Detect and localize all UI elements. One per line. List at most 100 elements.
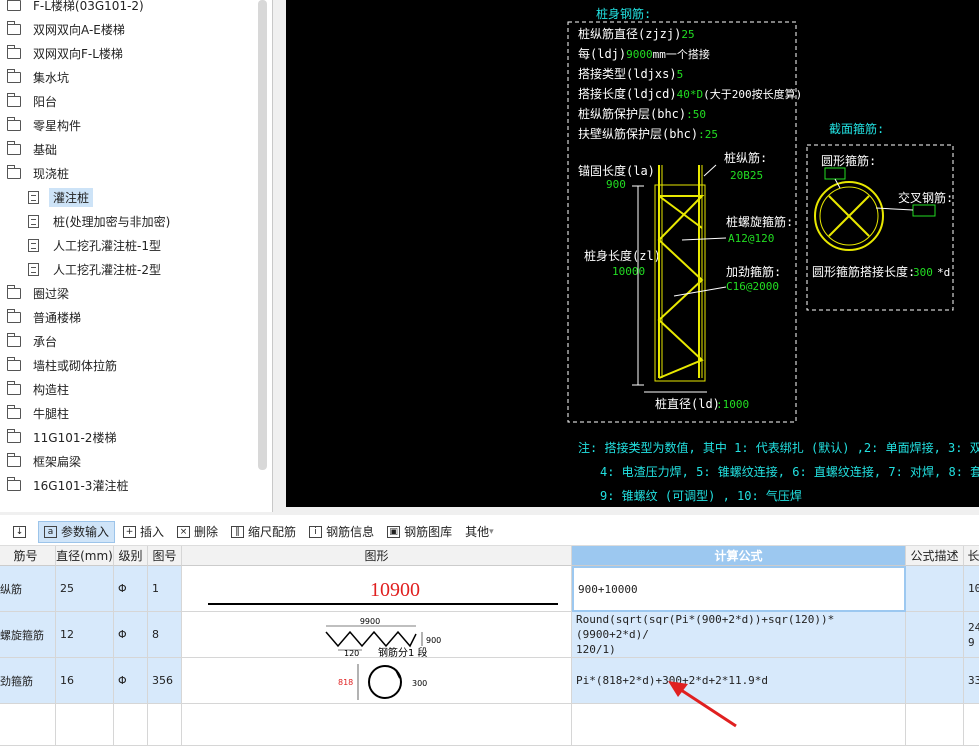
cell-length[interactable]: 24 9	[964, 612, 979, 658]
tree-item[interactable]: F-L楼梯(03G101-2)	[7, 0, 148, 16]
toolbar-button[interactable]: ‖ 缩尺配筋	[226, 521, 301, 543]
document-icon	[28, 262, 39, 276]
column-header[interactable]: 图形	[182, 546, 572, 566]
column-header[interactable]: 计算公式	[572, 546, 906, 566]
tree-item[interactable]: 集水坑	[7, 66, 73, 88]
empty-cell[interactable]	[182, 704, 572, 746]
tree-item[interactable]: 基础	[7, 138, 61, 160]
param-line: 扶壁纵筋保护层(bhc):25	[578, 126, 718, 141]
empty-cell[interactable]	[56, 704, 114, 746]
cell-formula[interactable]: Pi*(818+2*d)+300+2*d+2*11.9*d	[572, 658, 906, 704]
cell-name[interactable]: 纵筋	[0, 566, 56, 612]
shape-value: 10900	[370, 579, 420, 601]
cross-label: 交叉钢筋:	[898, 190, 953, 205]
chevron-down-icon: ▾	[489, 526, 494, 537]
tree-item[interactable]: 双网双向A-E楼梯	[7, 18, 129, 40]
cell-diameter[interactable]: 16	[56, 658, 114, 704]
dia-value: :1000	[716, 398, 749, 411]
cell-figure-no[interactable]: 356	[148, 658, 182, 704]
tree-item[interactable]: 人工挖孔灌注桩-1型	[28, 234, 165, 256]
tree-item-label: 人工挖孔灌注桩-1型	[53, 238, 161, 253]
cell-grade[interactable]: Φ	[114, 658, 148, 704]
param-line: 每(ldj)9000mm一个搭接	[578, 46, 710, 61]
tree-item-label: 构造柱	[33, 382, 70, 397]
shape-sketch: 9900 900 120 钢筋分1 段	[325, 617, 441, 658]
toolbar-button[interactable]: × 删除	[172, 521, 223, 543]
empty-cell[interactable]	[906, 704, 964, 746]
tree-item-label: 基础	[33, 142, 58, 157]
cell-length[interactable]: 33	[964, 658, 979, 704]
shape-note: 钢筋分1 段	[378, 646, 428, 658]
cell-description[interactable]	[906, 612, 964, 658]
tree-item[interactable]: 普通楼梯	[7, 306, 85, 328]
section-title: 桩身钢筋:	[596, 6, 651, 21]
toolbar-button[interactable]: + 插入	[118, 521, 169, 543]
tree-item[interactable]: 现浇桩	[7, 162, 73, 184]
cell-name[interactable]: 劲箍筋	[0, 658, 56, 704]
lap-suffix: *d	[937, 266, 950, 279]
rebar-toolbar: ↓ a 参数输入 + 插入 × 删除 ‖ 缩尺配筋 i 钢筋信息 ▣ 钢筋图库 其他 ▾	[0, 518, 979, 546]
cell-shape[interactable]: 818 300	[182, 658, 572, 704]
cell-length[interactable]: 10	[964, 566, 979, 612]
cell-formula[interactable]: Round(sqrt(sqr(Pi*(900+2*d))+sqr(120))*(…	[572, 612, 906, 658]
tree-item[interactable]: 承台	[7, 330, 61, 352]
folder-icon	[7, 332, 21, 347]
rebar-table: 筋号 直径(mm) 级别 图号 图形 计算公式 公式描述长纵筋 25 Φ 1 10900 900+10…	[0, 546, 979, 746]
info-icon: i	[309, 525, 323, 538]
column-header[interactable]: 图号	[148, 546, 182, 566]
tree-item[interactable]: 桩(处理加密与非加密)	[28, 210, 174, 232]
tree-item[interactable]: 构造柱	[7, 378, 73, 400]
empty-cell[interactable]	[0, 704, 56, 746]
cell-shape[interactable]: 9900 900 120 钢筋分1 段	[182, 612, 572, 658]
cell-description[interactable]	[906, 566, 964, 612]
insert-icon: +	[123, 525, 137, 538]
tree-item[interactable]: 阳台	[7, 90, 61, 112]
pile-body	[654, 165, 706, 382]
cell-grade[interactable]: Φ	[114, 612, 148, 658]
cell-figure-no[interactable]: 1	[148, 566, 182, 612]
tree-item[interactable]: 灌注桩	[28, 186, 94, 208]
column-header[interactable]: 级别	[114, 546, 148, 566]
cell-shape[interactable]: 10900	[182, 566, 572, 612]
empty-cell[interactable]	[964, 704, 979, 746]
column-header[interactable]: 公式描述	[906, 546, 964, 566]
toolbar-button[interactable]: ▣ 钢筋图库	[382, 521, 457, 543]
tree-item-label: 双网双向A-E楼梯	[33, 22, 125, 37]
empty-cell[interactable]	[148, 704, 182, 746]
empty-cell[interactable]	[572, 704, 906, 746]
tree-scrollbar[interactable]	[258, 0, 267, 470]
tree-item[interactable]: 墙柱或砌体拉筋	[7, 354, 121, 376]
column-header[interactable]: 直径(mm)	[56, 546, 114, 566]
long-bar-value: 20B25	[730, 169, 763, 182]
tree-item[interactable]: 16G101-3灌注桩	[7, 474, 132, 496]
tree-item[interactable]: 牛腿柱	[7, 402, 73, 424]
tree-item[interactable]: 圈过梁	[7, 282, 73, 304]
tree-item[interactable]: 框架扁梁	[7, 450, 85, 472]
cell-name[interactable]: 螺旋箍筋	[0, 612, 56, 658]
tree-item[interactable]: 双网双向F-L楼梯	[7, 42, 127, 64]
empty-cell[interactable]	[114, 704, 148, 746]
tree-item-label: 承台	[33, 334, 58, 349]
document-icon	[28, 214, 39, 228]
param-line: 搭接长度(ldjcd)40*D(大于200按长度算)	[578, 86, 802, 101]
cell-grade[interactable]: Φ	[114, 566, 148, 612]
toolbar-button-label: 插入	[140, 525, 165, 539]
toolbar-button[interactable]: ↓	[8, 521, 35, 543]
cell-figure-no[interactable]: 8	[148, 612, 182, 658]
param-line: 桩纵筋保护层(bhc):50	[578, 106, 706, 121]
cell-diameter[interactable]: 12	[56, 612, 114, 658]
tree-item[interactable]: 11G101-2楼梯	[7, 426, 120, 448]
cell-formula[interactable]: 900+10000	[572, 566, 906, 612]
toolbar-button[interactable]: i 钢筋信息	[304, 521, 379, 543]
toolbar-button[interactable]: a 参数输入	[38, 520, 116, 543]
cell-description[interactable]	[906, 658, 964, 704]
long-bar-label: 桩纵筋:	[724, 150, 767, 165]
column-header[interactable]: 长	[964, 546, 979, 566]
tree-item[interactable]: 零星构件	[7, 114, 85, 136]
folder-icon	[7, 20, 21, 35]
tree-item[interactable]: 人工挖孔灌注桩-2型	[28, 258, 165, 280]
column-header[interactable]: 筋号	[0, 546, 56, 566]
toolbar-button[interactable]: 其他 ▾	[460, 521, 499, 543]
cad-preview: 桩身钢筋: 桩纵筋直径(zjzj)25 每(ldj)9000mm一个搭接 搭接类型(…	[286, 0, 979, 507]
cell-diameter[interactable]: 25	[56, 566, 114, 612]
